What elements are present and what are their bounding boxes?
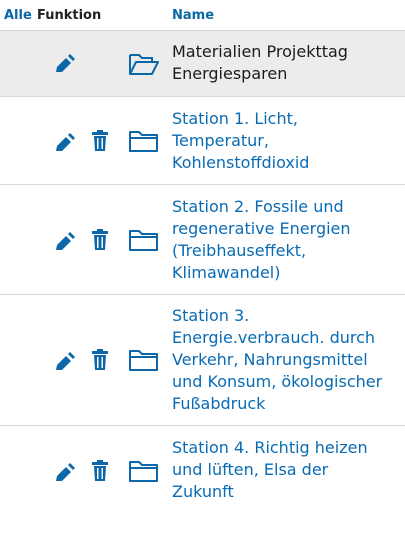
row-name[interactable]: Station 4. Richtig heizen und lüften, El… <box>172 437 405 503</box>
trash-icon[interactable] <box>91 229 109 251</box>
trash-icon[interactable] <box>91 130 109 152</box>
folder-open-icon[interactable] <box>128 52 159 76</box>
table-row: Station 1. Licht, Temperatur, Kohlenstof… <box>0 97 405 185</box>
edit-icon[interactable] <box>54 349 76 371</box>
function-column-header: Funktion <box>37 8 102 23</box>
select-all-link[interactable]: Alle <box>4 8 32 23</box>
edit-icon[interactable] <box>54 130 76 152</box>
edit-icon[interactable] <box>54 229 76 251</box>
table-header: Alle Funktion Name <box>0 0 405 31</box>
trash-icon[interactable] <box>91 460 109 482</box>
folder-icon[interactable] <box>128 129 159 153</box>
row-actions <box>0 185 168 294</box>
folder-icon[interactable] <box>128 228 159 252</box>
row-actions <box>0 295 168 425</box>
row-actions <box>0 31 168 96</box>
file-table: Alle Funktion Name Materialien Projektta… <box>0 0 405 515</box>
row-name[interactable]: Materialien Projekttag Energiesparen <box>172 41 405 85</box>
table-row: Station 4. Richtig heizen und lüften, El… <box>0 426 405 515</box>
table-row: Station 2. Fossile und regenerative Ener… <box>0 185 405 295</box>
name-column-header[interactable]: Name <box>172 8 214 23</box>
table-row: Materialien Projekttag Energiesparen <box>0 31 405 97</box>
row-actions <box>0 426 168 515</box>
row-name[interactable]: Station 1. Licht, Temperatur, Kohlenstof… <box>172 108 405 174</box>
row-name[interactable]: Station 2. Fossile und regenerative Ener… <box>172 196 405 284</box>
table-row: Station 3. Energie.verbrauch. durch Verk… <box>0 295 405 426</box>
folder-icon[interactable] <box>128 459 159 483</box>
row-name[interactable]: Station 3. Energie.verbrauch. durch Verk… <box>172 305 405 415</box>
trash-icon[interactable] <box>91 349 109 371</box>
folder-icon[interactable] <box>128 348 159 372</box>
row-actions <box>0 97 168 184</box>
edit-icon[interactable] <box>54 460 76 482</box>
edit-icon[interactable] <box>54 51 76 73</box>
